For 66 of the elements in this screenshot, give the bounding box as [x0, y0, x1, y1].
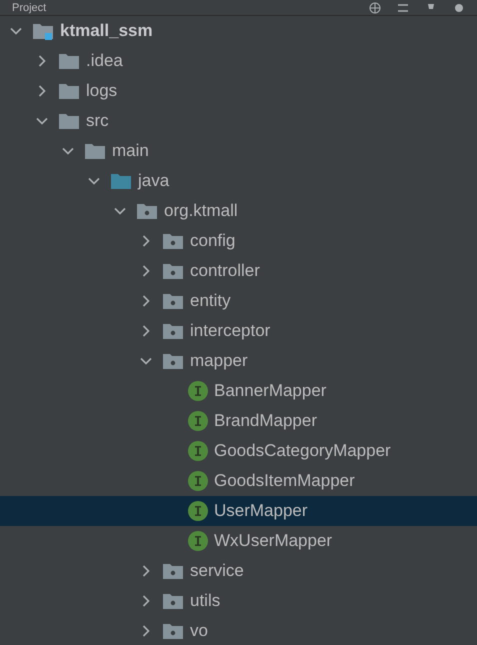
item-label: utils — [190, 590, 220, 612]
item-label: vo — [190, 620, 208, 642]
item-label: service — [190, 560, 244, 582]
folder-icon — [84, 142, 106, 160]
tree-item[interactable]: WxUserMapper — [0, 526, 477, 556]
tree-item[interactable]: BannerMapper — [0, 376, 477, 406]
tree-item[interactable]: org.ktmall — [0, 196, 477, 226]
tree-item[interactable]: interceptor — [0, 316, 477, 346]
module-folder-icon — [32, 22, 54, 40]
package-icon — [162, 562, 184, 580]
tree-item[interactable]: mapper — [0, 346, 477, 376]
package-icon — [162, 592, 184, 610]
item-label: entity — [190, 290, 231, 312]
tree-item[interactable]: utils — [0, 586, 477, 616]
folder-icon — [58, 82, 80, 100]
tree-item[interactable]: main — [0, 136, 477, 166]
tree-item[interactable]: GoodsItemMapper — [0, 466, 477, 496]
item-label: interceptor — [190, 320, 270, 342]
interface-icon — [188, 501, 208, 521]
tree-item[interactable]: BrandMapper — [0, 406, 477, 436]
tree-item[interactable]: config — [0, 226, 477, 256]
globe-icon[interactable] — [369, 2, 381, 14]
interface-icon — [188, 531, 208, 551]
item-label: GoodsItemMapper — [214, 470, 355, 492]
package-icon — [162, 232, 184, 250]
item-label: src — [86, 110, 109, 132]
package-icon — [136, 202, 158, 220]
tree-item[interactable]: java — [0, 166, 477, 196]
item-label: mapper — [190, 350, 248, 372]
item-label: logs — [86, 80, 118, 102]
tree-item[interactable]: vo — [0, 616, 477, 645]
item-label: main — [112, 140, 149, 162]
interface-icon — [188, 441, 208, 461]
folder-icon — [58, 112, 80, 130]
item-label: java — [138, 170, 170, 192]
item-label: org.ktmall — [164, 200, 238, 222]
item-label: GoodsCategoryMapper — [214, 440, 391, 462]
item-label: config — [190, 230, 236, 252]
tree-item[interactable]: UserMapper — [0, 496, 477, 526]
tree-item[interactable]: ktmall_ssm — [0, 16, 477, 46]
folder-icon — [58, 52, 80, 70]
package-icon — [162, 262, 184, 280]
item-label: BannerMapper — [214, 380, 326, 402]
source-folder-icon — [110, 172, 132, 190]
panel-title: Project — [12, 0, 46, 14]
package-icon — [162, 292, 184, 310]
tree-item[interactable]: controller — [0, 256, 477, 286]
interface-icon — [188, 411, 208, 431]
tree-item[interactable]: entity — [0, 286, 477, 316]
item-label: WxUserMapper — [214, 530, 332, 552]
item-label: controller — [190, 260, 260, 282]
tree-item[interactable]: src — [0, 106, 477, 136]
item-label: ktmall_ssm — [60, 20, 153, 42]
tree-item[interactable]: logs — [0, 76, 477, 106]
tree-item[interactable]: service — [0, 556, 477, 586]
item-label: .idea — [86, 50, 123, 72]
item-label: BrandMapper — [214, 410, 318, 432]
tree-item[interactable]: .idea — [0, 46, 477, 76]
item-label: UserMapper — [214, 500, 308, 522]
interface-icon — [188, 381, 208, 401]
package-icon — [162, 622, 184, 640]
package-icon — [162, 322, 184, 340]
collapse-icon[interactable] — [397, 2, 409, 14]
package-icon — [162, 352, 184, 370]
tree-item[interactable]: GoodsCategoryMapper — [0, 436, 477, 466]
interface-icon — [188, 471, 208, 491]
